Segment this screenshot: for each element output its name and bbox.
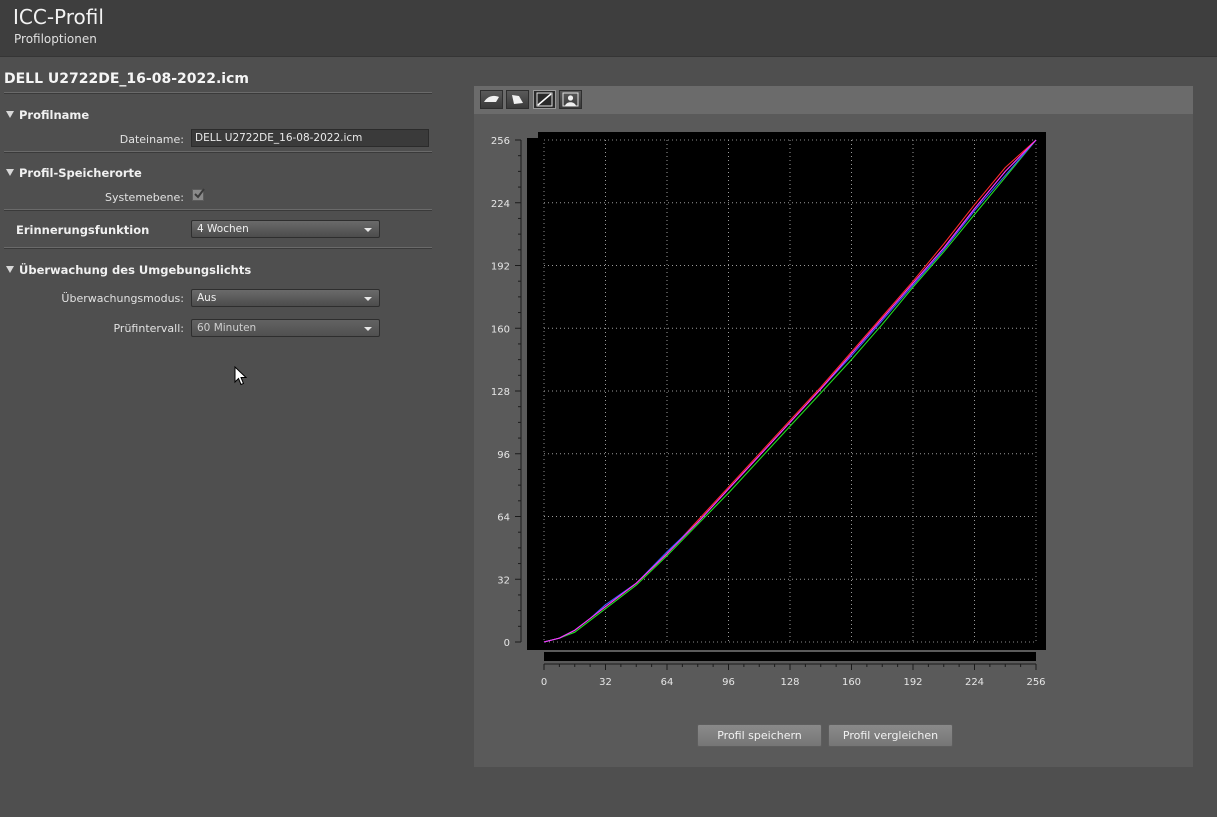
- y-tick-label: 224: [491, 199, 510, 210]
- divider: [4, 247, 432, 249]
- x-tick-label: 256: [1026, 677, 1045, 688]
- profile-viewer-panel: 0 32 64 96 128 160 192 224 256 0 32 64 96 128 160 192 22…: [474, 86, 1193, 767]
- y-tick-label: 32: [497, 575, 510, 586]
- section-storage-title: Profil-Speicherorte: [19, 166, 142, 180]
- filename-label: Dateiname:: [119, 133, 184, 146]
- chevron-down-icon: [364, 297, 372, 301]
- reminder-label: Erinnerungsfunktion: [16, 223, 150, 237]
- y-tick-label: 256: [491, 136, 510, 147]
- y-tick-label: 64: [497, 513, 510, 524]
- gamut-3d-button[interactable]: [506, 90, 529, 109]
- monitoring-mode-value: Aus: [197, 292, 217, 304]
- system-level-checkbox[interactable]: [192, 188, 205, 201]
- expand-triangle-icon[interactable]: [6, 266, 14, 273]
- save-profile-button[interactable]: Profil speichern: [697, 724, 822, 747]
- expand-triangle-icon[interactable]: [6, 169, 14, 176]
- tone-curve-button[interactable]: [533, 90, 556, 109]
- filename-field[interactable]: DELL U2722DE_16-08-2022.icm: [191, 129, 429, 147]
- x-tick-label: 160: [842, 677, 861, 688]
- divider: [4, 92, 432, 94]
- check-interval-value: 60 Minuten: [197, 322, 257, 334]
- x-tick-label: 64: [661, 677, 674, 688]
- check-interval-select[interactable]: 60 Minuten: [191, 319, 380, 337]
- image-preview-icon: [562, 92, 579, 107]
- header: ICC-Profil Profiloptionen: [0, 0, 1217, 57]
- chevron-down-icon: [364, 228, 372, 232]
- gamut-3d-icon: [512, 95, 523, 104]
- image-preview-button[interactable]: [559, 90, 582, 109]
- profile-file-title: DELL U2722DE_16-08-2022.icm: [4, 71, 249, 87]
- x-tick-label: 224: [965, 677, 984, 688]
- y-tick-label: 0: [504, 638, 510, 649]
- section-ambient-light[interactable]: Überwachung des Umgebungslichts: [6, 263, 251, 277]
- reminder-select[interactable]: 4 Wochen: [191, 220, 380, 238]
- checkmark-icon: [194, 188, 205, 199]
- x-tick-label: 128: [780, 677, 799, 688]
- x-tick-label: 0: [541, 677, 547, 688]
- view-toolbar: [474, 86, 1193, 114]
- tone-curve-icon: [536, 92, 553, 107]
- chevron-down-icon: [364, 327, 372, 331]
- monitoring-mode-label: Überwachungsmodus:: [61, 292, 184, 305]
- check-interval-label: Prüfintervall:: [113, 322, 184, 335]
- mouse-cursor-icon: [234, 366, 248, 386]
- divider: [4, 209, 432, 211]
- x-tick-label: 32: [599, 677, 612, 688]
- y-tick-label: 192: [491, 262, 510, 273]
- expand-triangle-icon[interactable]: [6, 111, 14, 118]
- page-subtitle: Profiloptionen: [14, 32, 97, 46]
- divider: [4, 151, 432, 153]
- profile-options-panel: DELL U2722DE_16-08-2022.icm Profilname D…: [0, 57, 440, 817]
- x-tick-label: 192: [903, 677, 922, 688]
- x-axis-strip: [544, 652, 1036, 661]
- reminder-select-value: 4 Wochen: [197, 223, 249, 235]
- page-title: ICC-Profil: [13, 5, 104, 29]
- section-profile-name[interactable]: Profilname: [6, 108, 89, 122]
- section-ambient-title: Überwachung des Umgebungslichts: [19, 263, 252, 277]
- compare-profile-button[interactable]: Profil vergleichen: [828, 724, 953, 747]
- monitoring-mode-select[interactable]: Aus: [191, 289, 380, 307]
- y-tick-label: 160: [491, 324, 510, 335]
- tone-curve-chart: 0 32 64 96 128 160 192 224 256 0 32 64 96 128 160 192 22…: [491, 132, 1046, 688]
- y-axis-strip: [527, 138, 538, 650]
- system-level-label: Systemebene:: [105, 191, 184, 204]
- gamut-2d-button[interactable]: [480, 90, 503, 109]
- y-tick-label: 128: [491, 387, 510, 398]
- x-tick-label: 96: [722, 677, 735, 688]
- gamut-2d-icon: [484, 95, 499, 102]
- y-tick-label: 96: [497, 450, 510, 461]
- section-storage[interactable]: Profil-Speicherorte: [6, 166, 142, 180]
- section-profile-name-title: Profilname: [19, 108, 90, 122]
